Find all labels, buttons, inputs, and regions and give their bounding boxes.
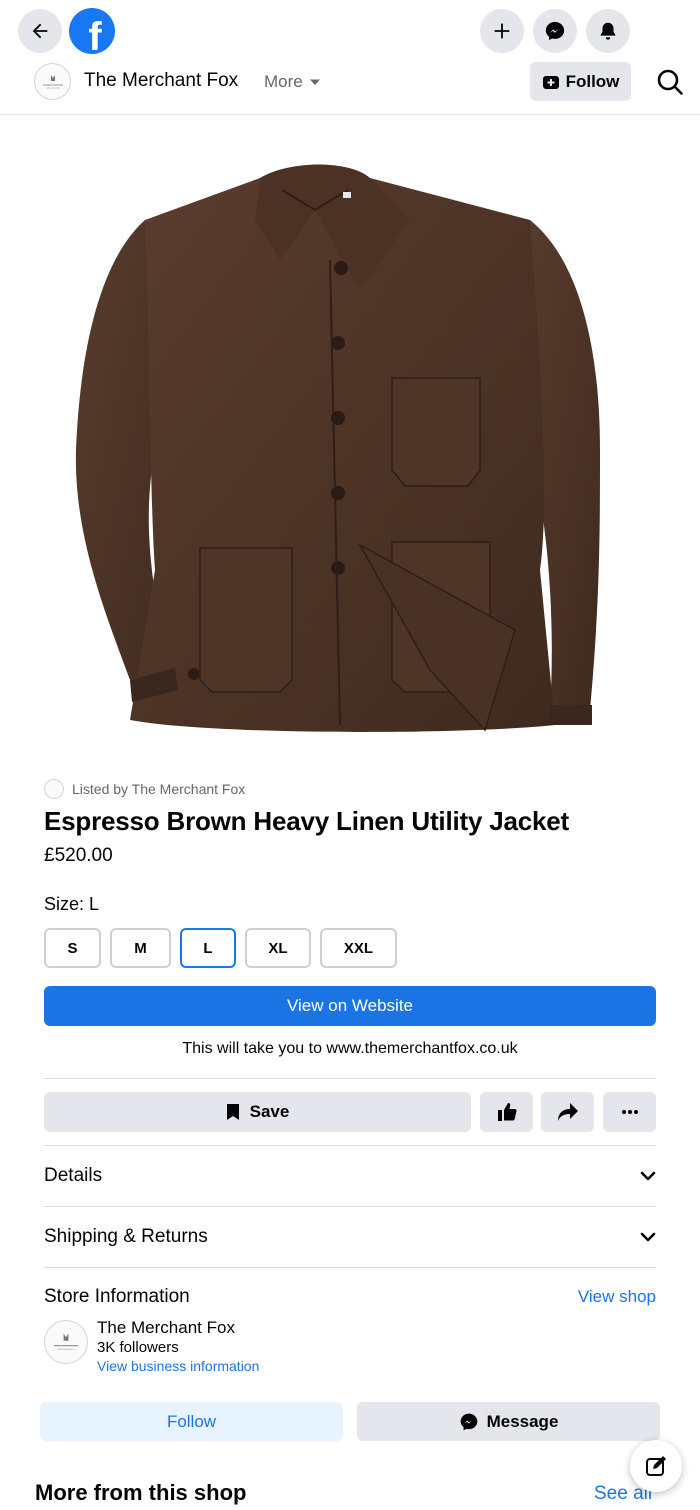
bookmark-icon [226, 1104, 239, 1120]
notifications-button[interactable] [586, 9, 630, 53]
product-price: £520.00 [44, 845, 113, 866]
shipping-returns-accordion[interactable]: Shipping & Returns [44, 1217, 656, 1257]
merchant-fox-logo-icon [42, 74, 63, 88]
save-label: Save [249, 1102, 290, 1121]
follow-button-header[interactable]: Follow [530, 62, 631, 101]
caret-down-icon [309, 79, 320, 85]
size-label: Size: L [44, 894, 100, 914]
store-information-heading: Store Information [44, 1286, 190, 1307]
size-option-l[interactable]: L [180, 928, 236, 968]
divider [44, 1145, 656, 1146]
message-button[interactable]: Message [357, 1402, 660, 1441]
search-icon [657, 69, 683, 95]
message-label: Message [486, 1411, 559, 1431]
product-image[interactable] [60, 150, 640, 750]
back-button[interactable] [18, 9, 62, 53]
details-accordion[interactable]: Details [44, 1156, 656, 1196]
search-button[interactable] [652, 64, 688, 100]
size-option-m[interactable]: M [110, 928, 171, 968]
save-button[interactable]: Save [44, 1092, 471, 1132]
listed-by-avatar [44, 779, 64, 799]
view-business-info-link[interactable]: View business information [97, 1358, 259, 1374]
size-option-s[interactable]: S [44, 928, 101, 968]
compose-button[interactable] [630, 1440, 682, 1492]
product-title: Espresso Brown Heavy Linen Utility Jacke… [44, 806, 569, 836]
view-shop-link[interactable]: View shop [578, 1287, 656, 1307]
more-menu[interactable]: More [264, 72, 321, 92]
compose-icon [646, 1456, 666, 1476]
listed-by[interactable]: Listed by The Merchant Fox [44, 779, 245, 799]
follow-label: Follow [565, 71, 620, 91]
more-options-button[interactable] [603, 1092, 656, 1132]
follow-store-button[interactable]: Follow [40, 1402, 343, 1441]
divider [44, 1078, 656, 1079]
follow-plus-icon [542, 75, 559, 89]
messenger-icon [460, 1413, 477, 1430]
divider [44, 1267, 656, 1268]
bell-icon [600, 22, 616, 40]
facebook-logo-icon[interactable]: f [69, 8, 115, 54]
page-name[interactable]: The Merchant Fox [84, 70, 238, 92]
size-option-xxl[interactable]: XXL [320, 928, 397, 968]
ellipsis-icon [621, 1110, 638, 1114]
more-from-shop-heading: More from this shop [35, 1480, 247, 1505]
messenger-button[interactable] [533, 9, 577, 53]
header-divider [0, 114, 700, 115]
view-on-website-button[interactable]: View on Website [44, 986, 656, 1026]
messenger-icon [545, 21, 565, 41]
like-button[interactable] [480, 1092, 533, 1132]
size-option-xl[interactable]: XL [245, 928, 311, 968]
chevron-down-icon [640, 1232, 656, 1242]
back-arrow-icon [32, 23, 48, 39]
chevron-down-icon [640, 1171, 656, 1181]
page-avatar[interactable] [34, 63, 71, 100]
details-label: Details [44, 1165, 103, 1186]
divider [44, 1206, 656, 1207]
listed-by-text: Listed by The Merchant Fox [72, 781, 246, 797]
thumbs-up-icon [497, 1103, 517, 1121]
create-button[interactable] [480, 9, 524, 53]
store-name[interactable]: The Merchant Fox [97, 1318, 235, 1338]
plus-icon [494, 23, 510, 39]
merchant-fox-logo-icon [54, 1333, 78, 1350]
more-label: More [264, 72, 303, 91]
store-avatar[interactable] [44, 1320, 88, 1364]
shipping-label: Shipping & Returns [44, 1226, 208, 1247]
facebook-logo-letter: f [88, 15, 102, 54]
website-note: This will take you to www.themerchantfox… [182, 1040, 518, 1057]
share-arrow-icon [557, 1103, 578, 1121]
store-followers: 3K followers [97, 1339, 179, 1356]
share-button[interactable] [541, 1092, 594, 1132]
